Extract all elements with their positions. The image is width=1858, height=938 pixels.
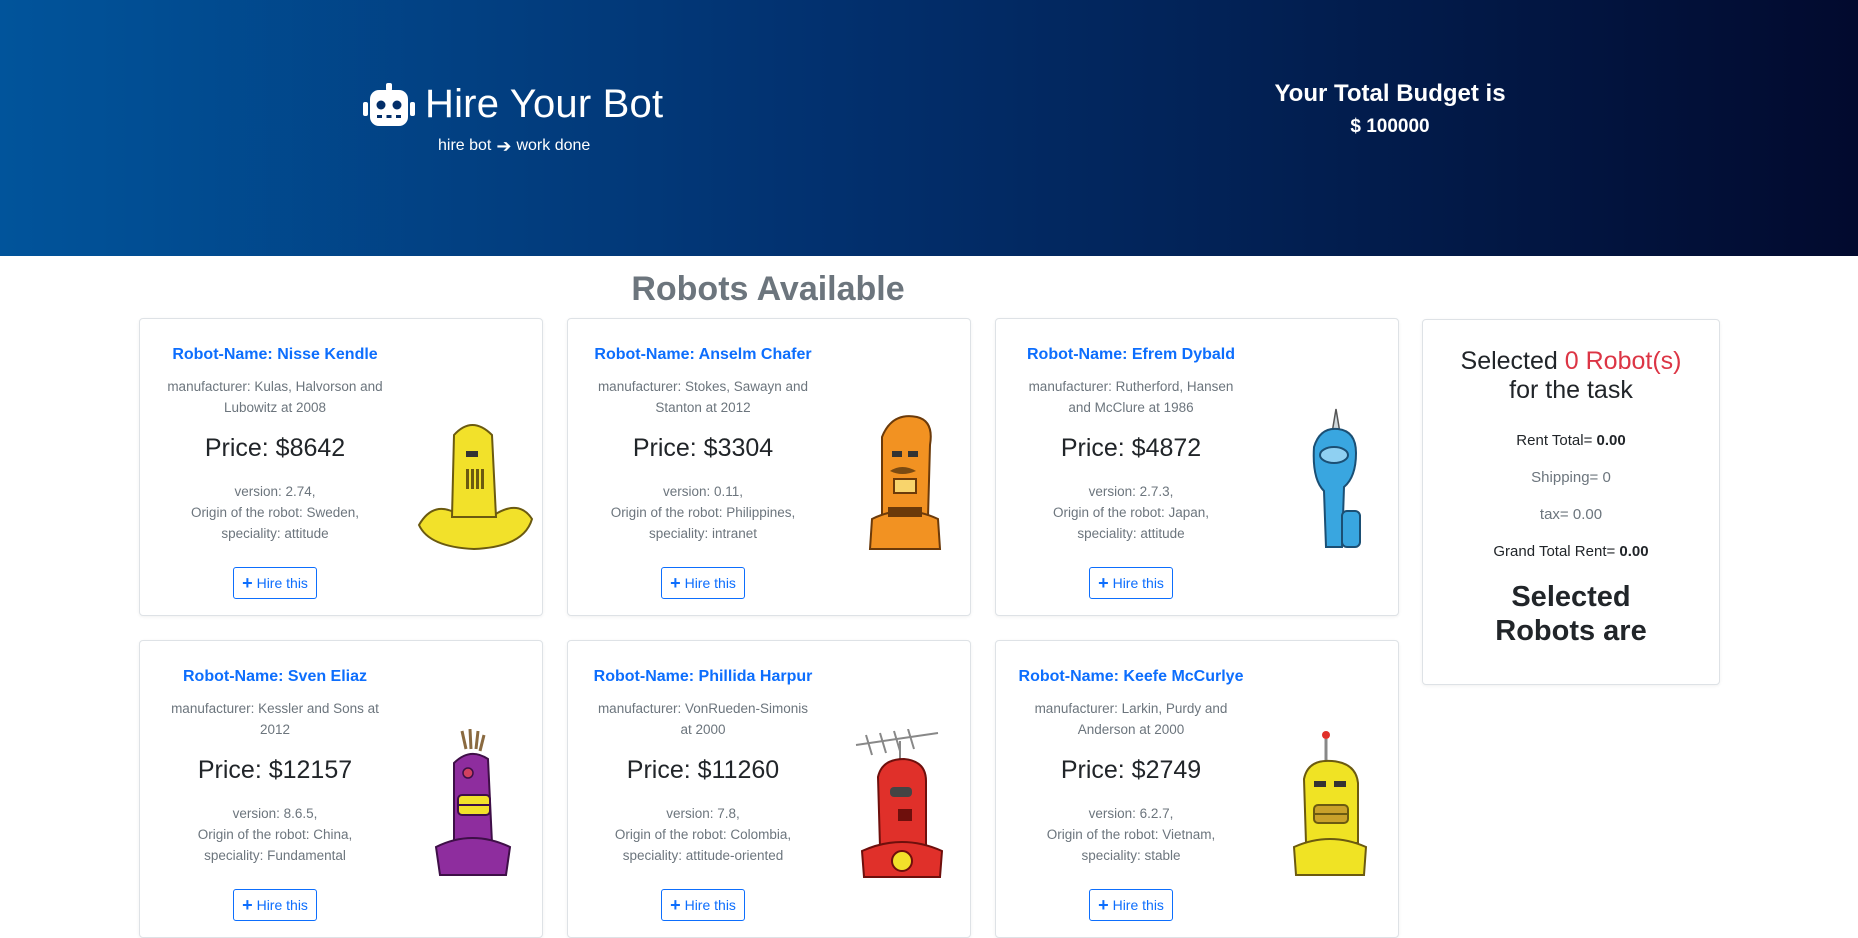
- robot-speciality: speciality: attitude-oriented: [622, 848, 784, 863]
- arrow-right-icon: ➔: [496, 136, 512, 156]
- robot-icon: [363, 82, 415, 126]
- robot-manufacturer: manufacturer: Kessler and Sons at 2012: [171, 701, 379, 737]
- tagline-left: hire bot: [438, 137, 492, 154]
- budget-value: $ 100000: [1350, 116, 1430, 137]
- plus-icon: +: [670, 573, 681, 593]
- robot-price: Price: $12157: [197, 756, 353, 784]
- hire-button[interactable]: + Hire this: [1089, 567, 1173, 599]
- robot-price: Price: $4872: [1060, 434, 1202, 462]
- robot-card: Robot-Name: Sven Eliaz manufacturer: Kes…: [139, 640, 543, 938]
- section-title: Robots Available: [631, 270, 905, 308]
- tagline-right: work done: [516, 137, 591, 154]
- robot-speciality: speciality: attitude: [1077, 526, 1185, 541]
- robot-origin: Origin of the robot: Vietnam,: [1046, 827, 1216, 842]
- robot-speciality: speciality: Fundamental: [204, 848, 346, 863]
- hire-button[interactable]: + Hire this: [233, 889, 317, 921]
- hire-button[interactable]: + Hire this: [661, 889, 745, 921]
- plus-icon: +: [1098, 573, 1109, 593]
- selected-robots-heading: Selected Robots are: [1495, 581, 1647, 647]
- hire-button-label: Hire this: [1112, 575, 1164, 591]
- plus-icon: +: [242, 573, 253, 593]
- robot-name: Robot-Name: Efrem Dybald: [1026, 346, 1236, 363]
- robot-card: Robot-Name: Phillida Harpur manufacturer…: [567, 640, 971, 938]
- robot-version: version: 8.6.5,: [232, 806, 318, 821]
- hire-button-label: Hire this: [684, 897, 736, 913]
- rent-total: Rent Total= 0.00: [1423, 432, 1719, 449]
- grand-total: Grand Total Rent= 0.00: [1423, 543, 1719, 560]
- robot-version: version: 2.7.3,: [1088, 484, 1174, 499]
- shipping: Shipping= 0: [1531, 469, 1611, 486]
- selection-summary: Selected 0 Robot(s) for the task Rent To…: [1422, 319, 1720, 685]
- budget: Your Total Budget is $ 100000: [1210, 80, 1570, 138]
- robot-manufacturer: manufacturer: Kulas, Halvorson and Lubow…: [167, 379, 383, 415]
- robot-price: Price: $8642: [204, 434, 346, 462]
- robot-speciality: speciality: attitude: [221, 526, 329, 541]
- robot-origin: Origin of the robot: Sweden,: [190, 505, 360, 520]
- hire-button[interactable]: + Hire this: [661, 567, 745, 599]
- robot-speciality: speciality: intranet: [648, 526, 758, 541]
- robot-version: version: 2.74,: [234, 484, 316, 499]
- grand-total-value: 0.00: [1619, 543, 1649, 560]
- robot-price: Price: $2749: [1060, 756, 1202, 784]
- robot-card: Robot-Name: Nisse Kendle manufacturer: K…: [139, 318, 543, 616]
- hire-button-label: Hire this: [1112, 897, 1164, 913]
- robot-name: Robot-Name: Sven Eliaz: [182, 668, 368, 685]
- robot-name: Robot-Name: Keefe McCurlye: [1018, 668, 1244, 685]
- page-title: Hire Your Bot: [425, 82, 664, 126]
- robot-version: version: 0.11,: [662, 484, 744, 499]
- hire-button[interactable]: + Hire this: [233, 567, 317, 599]
- plus-icon: +: [1098, 895, 1109, 915]
- brand: Hire Your Bot hire bot ➔ work done: [363, 82, 683, 155]
- robot-manufacturer: manufacturer: VonRueden-Simonis at 2000: [597, 701, 809, 737]
- robot-version: version: 6.2.7,: [1088, 806, 1174, 821]
- robot-card: Robot-Name: Efrem Dybald manufacturer: R…: [995, 318, 1399, 616]
- grand-total-label: Grand Total Rent=: [1493, 543, 1616, 560]
- robot-image: [1292, 731, 1368, 876]
- robot-image: [417, 424, 534, 551]
- robot-name: Robot-Name: Anselm Chafer: [594, 346, 812, 363]
- robot-origin: Origin of the robot: Philippines,: [610, 505, 796, 520]
- rent-total-label: Rent Total=: [1516, 432, 1593, 449]
- robot-manufacturer: manufacturer: Larkin, Purdy and Anderson…: [1034, 701, 1228, 737]
- robot-image: [868, 415, 942, 550]
- robot-card: Robot-Name: Keefe McCurlye manufacturer:…: [995, 640, 1399, 938]
- robot-name: Robot-Name: Nisse Kendle: [172, 346, 378, 363]
- robot-manufacturer: manufacturer: Rutherford, Hansen and McC…: [1028, 379, 1234, 415]
- plus-icon: +: [670, 895, 681, 915]
- hire-button-label: Hire this: [684, 575, 736, 591]
- hire-button-label: Hire this: [256, 897, 308, 913]
- robot-image: [1312, 408, 1361, 548]
- robot-origin: Origin of the robot: Colombia,: [614, 827, 792, 842]
- selected-count: 0 Robot(s): [1564, 347, 1682, 375]
- robot-manufacturer: manufacturer: Stokes, Sawayn and Stanton…: [597, 379, 809, 415]
- robot-image: [855, 729, 944, 878]
- robot-card: Robot-Name: Anselm Chafer manufacturer: …: [567, 318, 971, 616]
- robot-version: version: 7.8,: [666, 806, 740, 821]
- hero-header: Hire Your Bot hire bot ➔ work done Your …: [0, 0, 1858, 256]
- robot-origin: Origin of the robot: China,: [197, 827, 353, 842]
- selected-heading: Selected 0 Robot(s) for the task: [1423, 347, 1719, 405]
- robot-price: Price: $3304: [632, 434, 774, 462]
- robot-price: Price: $11260: [626, 756, 780, 784]
- selected-suffix: for the task: [1509, 376, 1633, 404]
- tax: tax= 0.00: [1539, 506, 1603, 523]
- robot-origin: Origin of the robot: Japan,: [1052, 505, 1210, 520]
- tagline: hire bot ➔ work done: [438, 137, 683, 155]
- robot-speciality: speciality: stable: [1081, 848, 1181, 863]
- rent-total-value: 0.00: [1596, 432, 1626, 449]
- robot-image: [434, 729, 512, 876]
- budget-label: Your Total Budget is: [1274, 80, 1506, 107]
- hire-button[interactable]: + Hire this: [1089, 889, 1173, 921]
- selected-prefix: Selected: [1460, 347, 1558, 375]
- hire-button-label: Hire this: [256, 575, 308, 591]
- plus-icon: +: [242, 895, 253, 915]
- robot-name: Robot-Name: Phillida Harpur: [593, 668, 813, 685]
